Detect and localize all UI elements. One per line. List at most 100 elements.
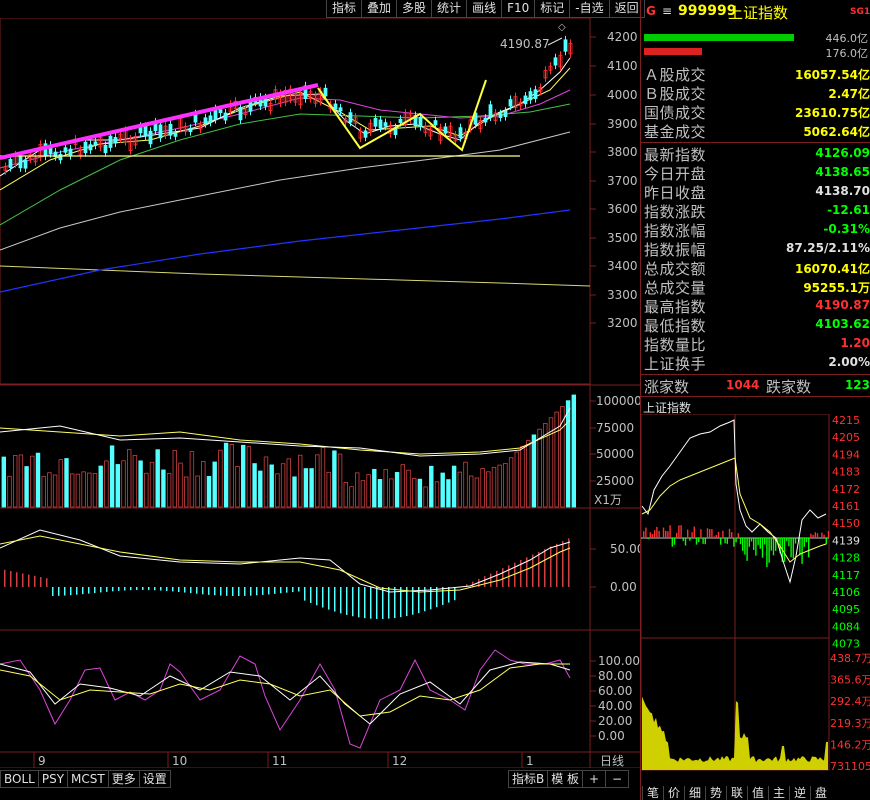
indicator-control[interactable]: − xyxy=(605,770,630,788)
candle-body xyxy=(503,110,508,117)
intraday-updown-bar xyxy=(750,538,753,542)
intraday-updown-bar xyxy=(689,538,691,541)
macd-bar xyxy=(52,587,54,596)
intraday-price-tick: 4172 xyxy=(832,483,860,496)
indicator-tab[interactable]: BOLL xyxy=(0,770,39,788)
volume-bar xyxy=(332,450,337,508)
panel-tab[interactable]: 逆 xyxy=(789,786,810,800)
indicator-control[interactable]: 指标B xyxy=(508,770,549,788)
candle-body xyxy=(108,135,113,148)
main-chart[interactable]: 4200 4100 4000 3900 3800 3700 3600 3500 3400 3300… xyxy=(0,18,640,768)
volume-bar xyxy=(138,460,143,508)
price-pane-frame xyxy=(0,18,591,385)
info-row: 国债成交 23610.75亿 xyxy=(642,102,870,122)
volume-bar xyxy=(337,453,343,508)
volume-bar xyxy=(571,394,576,508)
macd-bar xyxy=(448,587,450,603)
month-label: 1 xyxy=(526,754,534,768)
macd-bar xyxy=(112,587,114,592)
intraday-updown-bar xyxy=(753,538,755,550)
indicator-tab[interactable]: 更多 xyxy=(107,770,140,788)
intraday-chart[interactable]: 4215 4205 4194 4183 4172 4161 4150 4139 4128 4117… xyxy=(640,414,870,784)
quote-header: G ≡ 999999 上证指数 SG1 xyxy=(640,0,870,24)
info-value: 4126.09 xyxy=(815,146,870,160)
indicator-tab[interactable]: MCST xyxy=(67,770,109,788)
info-value: 4138.65 xyxy=(815,165,870,179)
info-row: 基金成交 5062.64亿 xyxy=(642,121,870,141)
volume-bar xyxy=(286,458,291,508)
panel-tab[interactable]: 主 xyxy=(768,786,789,800)
info-value: 4190.87 xyxy=(815,298,870,312)
toolbar-button[interactable]: 多股 xyxy=(396,0,433,18)
intraday-updown-bar xyxy=(726,538,728,544)
intraday-updown-bar xyxy=(761,538,764,558)
volume-bar xyxy=(18,454,24,508)
candle-body xyxy=(383,122,388,127)
panel-tab[interactable]: 价 xyxy=(663,786,684,800)
indicator-tab[interactable]: 设置 xyxy=(138,770,171,788)
volume-bar xyxy=(178,462,183,508)
toolbar-button[interactable]: 统计 xyxy=(431,0,468,18)
macd-bar xyxy=(322,587,324,608)
indicator-control[interactable]: + xyxy=(582,770,607,788)
intraday-updown-bar xyxy=(673,538,676,545)
panel-tab[interactable]: 联 xyxy=(726,786,747,800)
volume-bar xyxy=(429,465,434,508)
toolbar-button[interactable]: 画线 xyxy=(466,0,503,18)
volume-bar xyxy=(30,455,35,508)
volume-bar xyxy=(508,457,514,508)
intraday-price-tick: 4215 xyxy=(832,414,860,427)
macd-bar xyxy=(124,587,126,591)
macd-bar xyxy=(484,576,486,587)
menu-icon[interactable]: ≡ xyxy=(662,4,672,18)
volume-bar xyxy=(52,474,58,508)
volume-bar xyxy=(75,473,81,508)
info-row: 总成交额 16070.41亿 xyxy=(642,258,870,278)
intraday-updown-bar xyxy=(731,532,733,538)
macd-tick-label: 0.00 xyxy=(610,580,637,594)
month-label: 12 xyxy=(392,754,407,768)
candle-body xyxy=(148,130,153,145)
candle-body xyxy=(523,95,528,105)
candle-body xyxy=(88,144,93,151)
macd-bar xyxy=(352,587,354,617)
panel-tab[interactable]: 值 xyxy=(747,786,768,800)
intraday-updown-bar xyxy=(665,530,667,538)
intraday-updown-bar xyxy=(713,536,715,538)
intraday-updown-bar xyxy=(667,531,669,538)
panel-tab[interactable]: 笔 xyxy=(642,786,663,800)
volume-bar xyxy=(166,472,172,508)
candle-body xyxy=(223,112,228,121)
volume-bar xyxy=(417,478,423,508)
macd-bar xyxy=(490,573,492,587)
period-label[interactable]: 日线 xyxy=(600,754,624,768)
candle-body xyxy=(533,89,538,100)
macd-bar xyxy=(4,569,6,587)
panel-tab[interactable]: 细 xyxy=(684,786,705,800)
toolbar-button[interactable]: F10 xyxy=(501,0,536,18)
macd-histogram xyxy=(4,538,570,619)
g-label[interactable]: G xyxy=(646,4,656,18)
toolbar-button[interactable]: 叠加 xyxy=(361,0,398,18)
macd-bar xyxy=(286,587,288,593)
intraday-updown-bar xyxy=(722,530,724,538)
volume-bar xyxy=(389,478,394,508)
info-label: 指数涨幅 xyxy=(644,222,707,240)
intraday-price-tick: 4139 xyxy=(832,534,860,547)
intraday-updown-bar xyxy=(691,532,693,538)
intraday-updown-bar xyxy=(764,538,766,545)
indicator-control[interactable]: 模 板 xyxy=(547,770,584,788)
macd-bar xyxy=(10,571,12,587)
macd-bar xyxy=(214,587,216,596)
candle-body xyxy=(528,91,533,101)
toolbar-button[interactable]: 标记 xyxy=(534,0,571,18)
indicator-tab[interactable]: PSY xyxy=(37,770,69,788)
candle-body xyxy=(338,107,343,112)
kdj-tick-label: 60.00 xyxy=(598,684,632,698)
toolbar-button[interactable]: -自选 xyxy=(569,0,610,18)
panel-tab[interactable]: 盘 xyxy=(810,786,831,800)
intraday-updown-bar xyxy=(757,538,759,545)
panel-tab[interactable]: 势 xyxy=(705,786,726,800)
intraday-price-tick: 4161 xyxy=(832,500,860,513)
toolbar-button[interactable]: 指标 xyxy=(326,0,363,18)
